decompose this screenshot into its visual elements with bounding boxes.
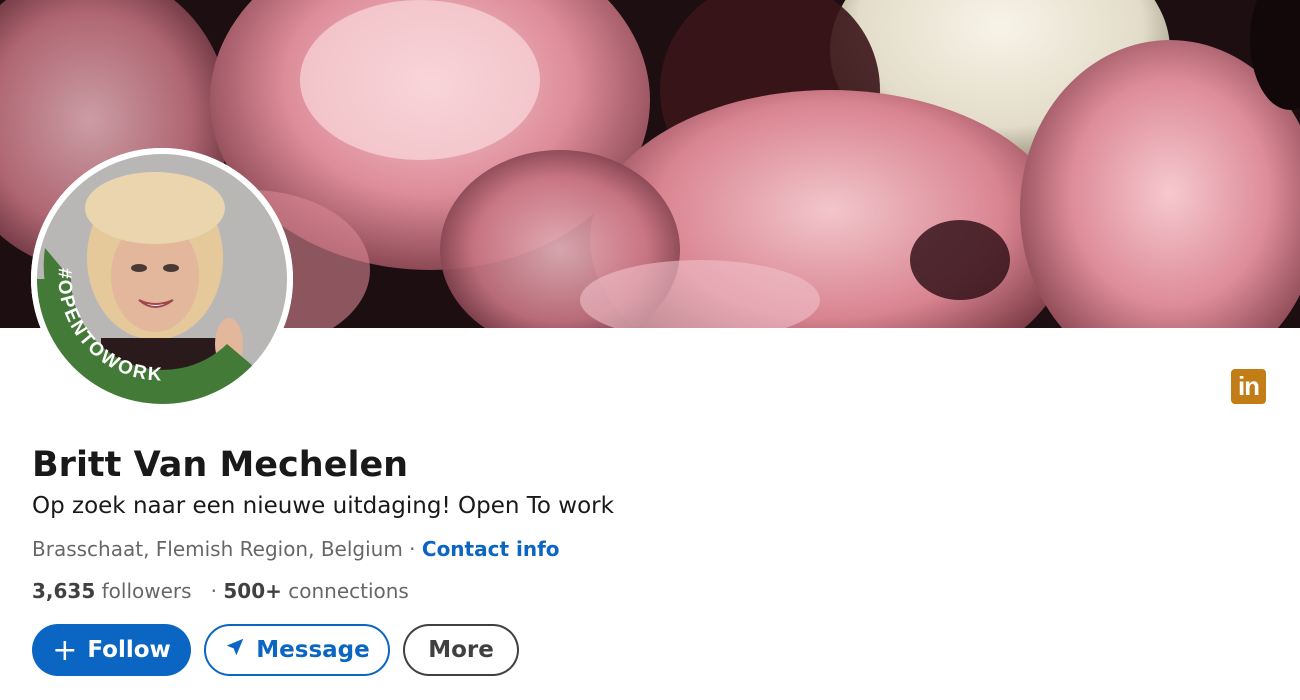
followers-label: followers <box>101 579 192 603</box>
location-separator: · <box>409 537 416 561</box>
followers-stat: 3,635 followers <box>32 579 198 603</box>
profile-avatar[interactable]: #OPENTOWORK <box>31 148 293 410</box>
linkedin-logo-text: in <box>1237 371 1260 401</box>
connections-label: connections <box>288 579 409 603</box>
location-text: Brasschaat, Flemish Region, Belgium <box>32 537 403 561</box>
message-label: Message <box>256 637 370 663</box>
contact-info-link[interactable]: Contact info <box>422 537 560 561</box>
connections-separator: · <box>210 579 217 603</box>
location-row: Brasschaat, Flemish Region, Belgium · Co… <box>32 535 560 563</box>
profile-headline: Op zoek naar een nieuwe uitdaging! Open … <box>32 493 614 519</box>
connections-count: 500+ <box>223 579 282 603</box>
profile-name: Britt Van Mechelen <box>32 445 409 485</box>
plus-icon: + <box>52 632 78 668</box>
send-icon <box>224 636 246 664</box>
followers-count: 3,635 <box>32 579 96 603</box>
follow-button[interactable]: + Follow <box>32 624 191 676</box>
message-button[interactable]: Message <box>204 624 390 676</box>
profile-actions: + Follow Message More <box>32 624 519 676</box>
linkedin-icon[interactable]: in <box>1231 369 1266 404</box>
connections-stat[interactable]: · 500+ connections <box>211 579 409 603</box>
stats-row: 3,635 followers · 500+ connections <box>32 577 409 605</box>
follow-label: Follow <box>87 637 171 663</box>
more-button[interactable]: More <box>403 624 519 676</box>
more-label: More <box>428 637 494 663</box>
avatar-photo: #OPENTOWORK <box>31 148 293 410</box>
